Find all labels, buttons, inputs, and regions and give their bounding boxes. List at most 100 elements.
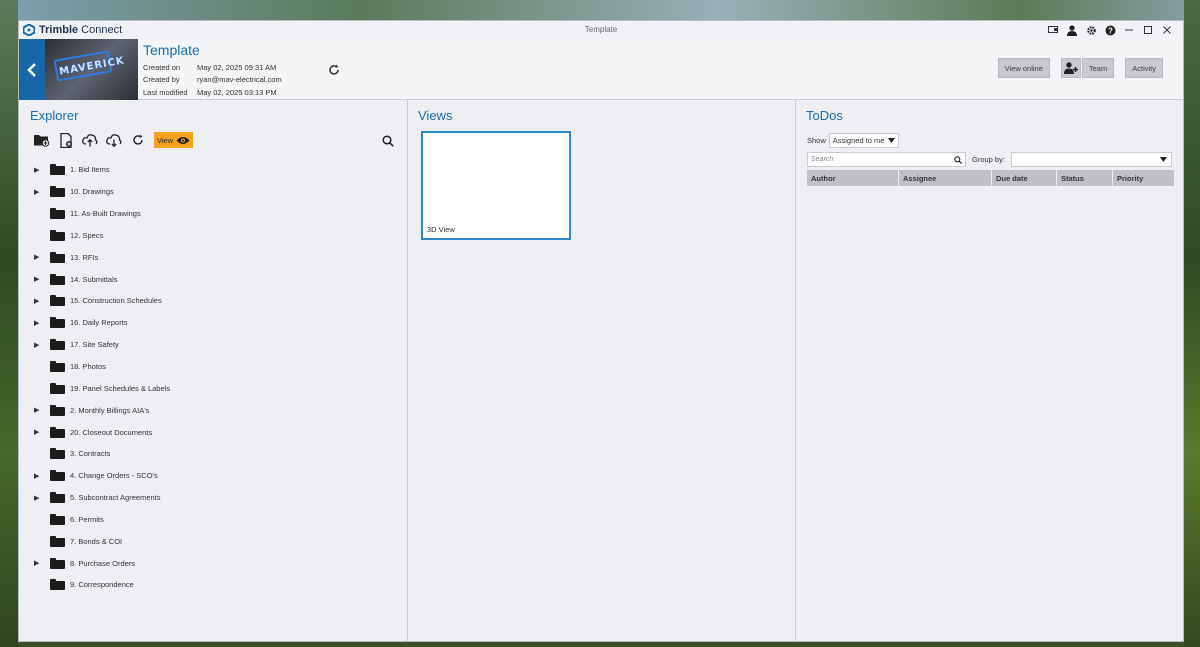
view-toggle-button[interactable]: View — [154, 132, 194, 148]
cloud-upload-icon[interactable] — [82, 132, 98, 148]
refresh-icon[interactable] — [130, 132, 146, 148]
folder-label: 4. Change Orders - SCO's — [70, 471, 158, 481]
expand-arrow-icon[interactable]: ▶ — [34, 166, 50, 174]
folder-row[interactable]: ▶ 1. Bid Items — [34, 159, 394, 181]
screen-share-icon[interactable] — [1047, 24, 1059, 36]
folder-label: 15. Construction Schedules — [70, 296, 162, 306]
meta-label: Created by — [143, 75, 180, 85]
app-window: Trimble Connect Template ? MAVERICK Temp… — [18, 20, 1184, 642]
expand-arrow-icon[interactable]: ▶ — [34, 472, 50, 480]
folder-row[interactable]: 19. Panel Schedules & Labels — [34, 377, 394, 399]
expand-arrow-icon[interactable]: ▶ — [34, 341, 50, 349]
folder-row[interactable]: ▶ 20. Closeout Documents — [34, 421, 394, 443]
maximize-icon[interactable] — [1142, 24, 1154, 36]
folder-icon — [50, 382, 65, 394]
todo-search-input[interactable]: Search — [807, 152, 966, 167]
column-due-date[interactable]: Due date — [992, 170, 1056, 186]
team-group: Team — [1060, 58, 1115, 78]
column-author[interactable]: Author — [807, 170, 898, 186]
close-icon[interactable] — [1161, 24, 1173, 36]
column-assignee[interactable]: Assignee — [899, 170, 991, 186]
explorer-toolbar: View — [34, 132, 194, 148]
column-status[interactable]: Status — [1057, 170, 1112, 186]
meta-value: May 02, 2025 09:31 AM — [197, 62, 277, 72]
folder-row[interactable]: ▶ 14. Submittals — [34, 268, 394, 290]
header-buttons: View online Team Activity — [997, 58, 1163, 78]
todos-title: ToDos — [806, 108, 843, 123]
show-select[interactable]: Assigned to me — [828, 133, 899, 148]
search-icon[interactable] — [382, 134, 394, 147]
folder-row[interactable]: ▶ 10. Drawings — [34, 181, 394, 203]
folder-row[interactable]: 18. Photos — [34, 356, 394, 378]
folder-row[interactable]: ▶ 4. Change Orders - SCO's — [34, 465, 394, 487]
project-info: Template Created on May 02, 2025 09:31 A… — [138, 39, 282, 99]
folder-label: 18. Photos — [70, 362, 106, 372]
folder-icon — [50, 317, 65, 329]
back-button[interactable] — [19, 39, 45, 100]
folder-label: 11. As-Built Drawings — [70, 209, 141, 219]
folder-row[interactable]: ▶ 16. Daily Reports — [34, 312, 394, 334]
view-toggle-label: View — [157, 135, 174, 145]
folder-row[interactable]: 11. As-Built Drawings — [34, 203, 394, 225]
folder-label: 5. Subcontract Agreements — [70, 493, 161, 503]
search-icon — [954, 155, 962, 164]
desktop-background-right — [1184, 0, 1200, 647]
sync-icon[interactable] — [328, 63, 340, 75]
activity-button[interactable]: Activity — [1125, 58, 1163, 78]
help-icon[interactable]: ? — [1104, 24, 1116, 36]
trimble-logo-icon — [23, 24, 35, 36]
folder-row[interactable]: 6. Permits — [34, 509, 394, 531]
folder-icon — [50, 579, 65, 591]
folder-row[interactable]: ▶ 13. RFIs — [34, 246, 394, 268]
folder-row[interactable]: 12. Specs — [34, 225, 394, 247]
expand-arrow-icon[interactable]: ▶ — [34, 319, 50, 327]
minimize-icon[interactable] — [1123, 24, 1135, 36]
folder-row[interactable]: 3. Contracts — [34, 443, 394, 465]
expand-arrow-icon[interactable]: ▶ — [34, 406, 50, 414]
add-user-icon[interactable] — [1060, 58, 1081, 78]
group-by-select[interactable] — [1010, 152, 1172, 167]
expand-arrow-icon[interactable]: ▶ — [34, 428, 50, 436]
folder-label: 3. Contracts — [70, 449, 111, 459]
expand-arrow-icon[interactable]: ▶ — [34, 275, 50, 283]
folder-row[interactable]: ▶ 5. Subcontract Agreements — [34, 487, 394, 509]
view-online-button[interactable]: View online — [997, 58, 1050, 78]
show-filter: Show Assigned to me — [807, 133, 899, 148]
folder-row[interactable]: ▶ 8. Purchase Orders — [34, 552, 394, 574]
gear-icon[interactable] — [1085, 24, 1097, 36]
expand-arrow-icon[interactable]: ▶ — [34, 494, 50, 502]
column-priority[interactable]: Priority — [1113, 170, 1174, 186]
folder-icon — [50, 295, 65, 307]
view-card-3d[interactable]: 3D View — [421, 131, 571, 240]
folder-row[interactable]: ▶ 15. Construction Schedules — [34, 290, 394, 312]
team-button[interactable]: Team — [1081, 58, 1115, 78]
add-file-icon[interactable] — [58, 132, 74, 148]
expand-arrow-icon[interactable]: ▶ — [34, 253, 50, 261]
show-label: Show — [807, 136, 826, 145]
folder-row[interactable]: ▶ 17. Site Safety — [34, 334, 394, 356]
folder-row[interactable]: ▶ 2. Monthly Billings AIA's — [34, 399, 394, 421]
folder-row[interactable]: 7. Bonds & COI — [34, 530, 394, 552]
project-thumbnail[interactable]: MAVERICK — [45, 39, 138, 100]
titlebar-controls: ? — [1047, 24, 1183, 36]
folder-label: 12. Specs — [70, 230, 104, 240]
meta-label: Last modified — [143, 87, 188, 97]
expand-arrow-icon[interactable]: ▶ — [34, 297, 50, 305]
expand-arrow-icon[interactable]: ▶ — [34, 559, 50, 567]
explorer-panel: Explorer View ▶ 1. Bid Items ▶ 10. Drawi… — [19, 100, 408, 641]
folder-label: 10. Drawings — [70, 187, 114, 197]
show-select-value: Assigned to me — [832, 136, 885, 145]
folder-icon — [50, 273, 65, 285]
expand-arrow-icon[interactable]: ▶ — [34, 188, 50, 196]
folder-label: 13. RFIs — [70, 252, 99, 262]
folder-row[interactable]: 9. Correspondence — [34, 574, 394, 596]
new-folder-icon[interactable] — [34, 132, 50, 148]
folder-label: 2. Monthly Billings AIA's — [70, 405, 150, 415]
chevron-left-icon — [27, 62, 36, 77]
folder-tree: ▶ 1. Bid Items ▶ 10. Drawings 11. As-Built D… — [34, 159, 394, 596]
folder-label: 19. Panel Schedules & Labels — [70, 383, 171, 393]
views-title: Views — [418, 108, 453, 123]
folder-icon — [50, 492, 65, 504]
user-icon[interactable] — [1066, 24, 1078, 36]
cloud-download-icon[interactable] — [106, 132, 122, 148]
